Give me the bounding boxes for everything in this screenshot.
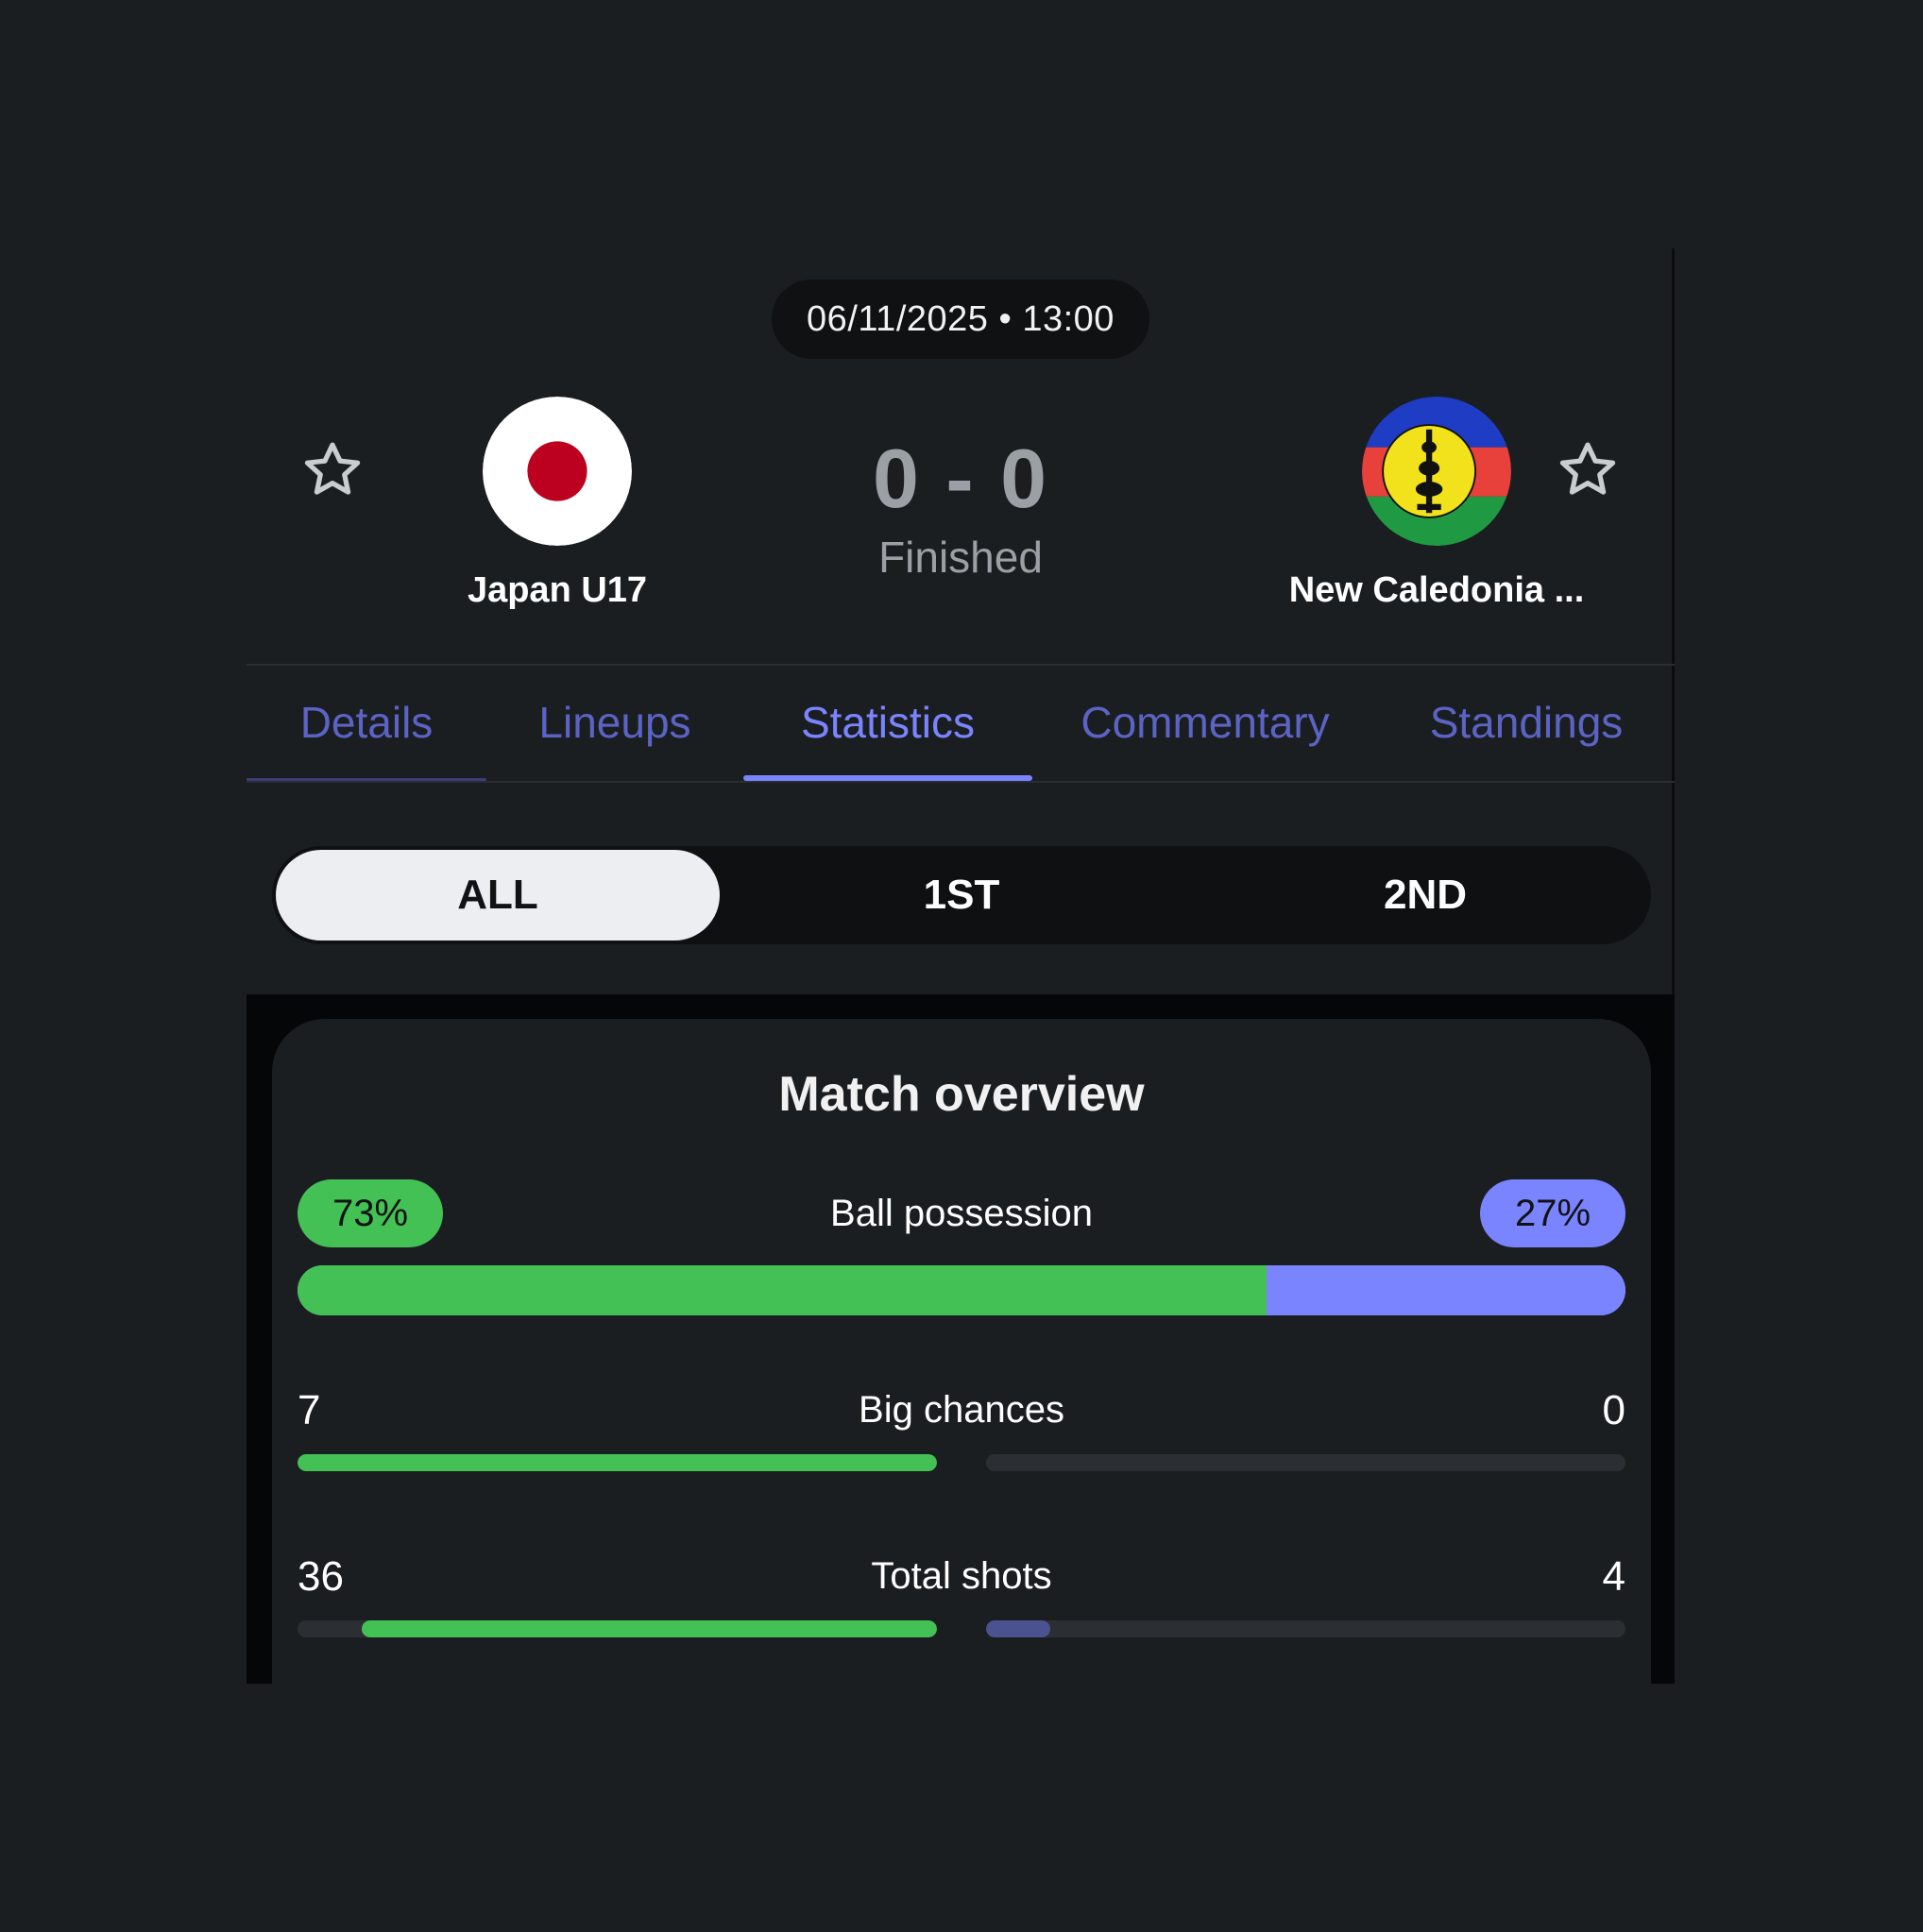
overview-title: Match overview (778, 1067, 1145, 1122)
match-status: Finished (878, 533, 1043, 582)
period-selector: ALL 1ST 2ND (272, 846, 1651, 944)
favorite-away-star-icon[interactable] (1555, 437, 1621, 503)
away-bar-track (986, 1454, 1625, 1471)
tabs-divider (247, 781, 1675, 783)
tab-label: Lineups (538, 698, 691, 747)
tab-details[interactable]: Details (247, 664, 486, 781)
home-team[interactable]: Japan U17 (387, 397, 727, 611)
home-bar-track (298, 1454, 937, 1471)
tab-label: Commentary (1081, 698, 1330, 747)
panel-edge (1672, 248, 1675, 1004)
possession-away-fill (1267, 1265, 1625, 1315)
tab-label: Details (299, 698, 434, 747)
home-bar-fill (361, 1620, 937, 1637)
home-bar-fill (298, 1454, 937, 1471)
tab-lineups[interactable]: Lineups (486, 664, 743, 781)
stat-ball-possession: 73% Ball possession 27% (298, 1179, 1625, 1321)
stat-total-shots: 36 Total shots 4 (298, 1553, 1625, 1657)
stat-label: Ball possession (830, 1193, 1093, 1234)
period-2nd-button[interactable]: 2ND (1203, 850, 1647, 941)
possession-home-fill (298, 1265, 1268, 1315)
away-bar-fill (986, 1620, 1050, 1637)
period-1st-button[interactable]: 1ST (740, 850, 1183, 941)
stat-label: Big chances (859, 1389, 1064, 1431)
away-bar-track (986, 1620, 1625, 1637)
away-value-pill: 27% (1480, 1179, 1625, 1247)
tab-standings[interactable]: Standings (1378, 664, 1675, 781)
tab-bar: Details Lineups Statistics Commentary St… (247, 664, 1675, 781)
period-all-button[interactable]: ALL (276, 850, 720, 941)
home-bar-track (298, 1620, 937, 1637)
tab-label: Standings (1429, 698, 1624, 747)
favorite-home-star-icon[interactable] (299, 437, 366, 503)
possession-bar (298, 1265, 1625, 1315)
match-overview-card: Match overview 73% Ball possession 27% 7… (272, 1019, 1651, 1684)
home-team-name: Japan U17 (467, 570, 648, 610)
stat-label: Total shots (871, 1555, 1052, 1597)
new-caledonia-flag-icon (1362, 397, 1511, 546)
tab-commentary[interactable]: Commentary (1032, 664, 1378, 781)
match-score: 0 - 0 (872, 432, 1049, 525)
stat-big-chances: 7 Big chances 0 (298, 1387, 1625, 1491)
away-team-name: New Caledonia ... (1288, 570, 1585, 610)
match-panel: 06/11/2025 • 13:00 Japan U17 0 - 0 Finis… (247, 248, 1675, 1684)
away-team[interactable]: New Caledonia ... (1267, 397, 1607, 611)
tab-label: Statistics (800, 698, 976, 747)
tab-statistics[interactable]: Statistics (743, 664, 1032, 781)
japan-flag-icon (483, 397, 632, 546)
match-datetime: 06/11/2025 • 13:00 (772, 280, 1149, 359)
away-value: 0 (1602, 1387, 1625, 1433)
away-value: 4 (1602, 1553, 1625, 1600)
